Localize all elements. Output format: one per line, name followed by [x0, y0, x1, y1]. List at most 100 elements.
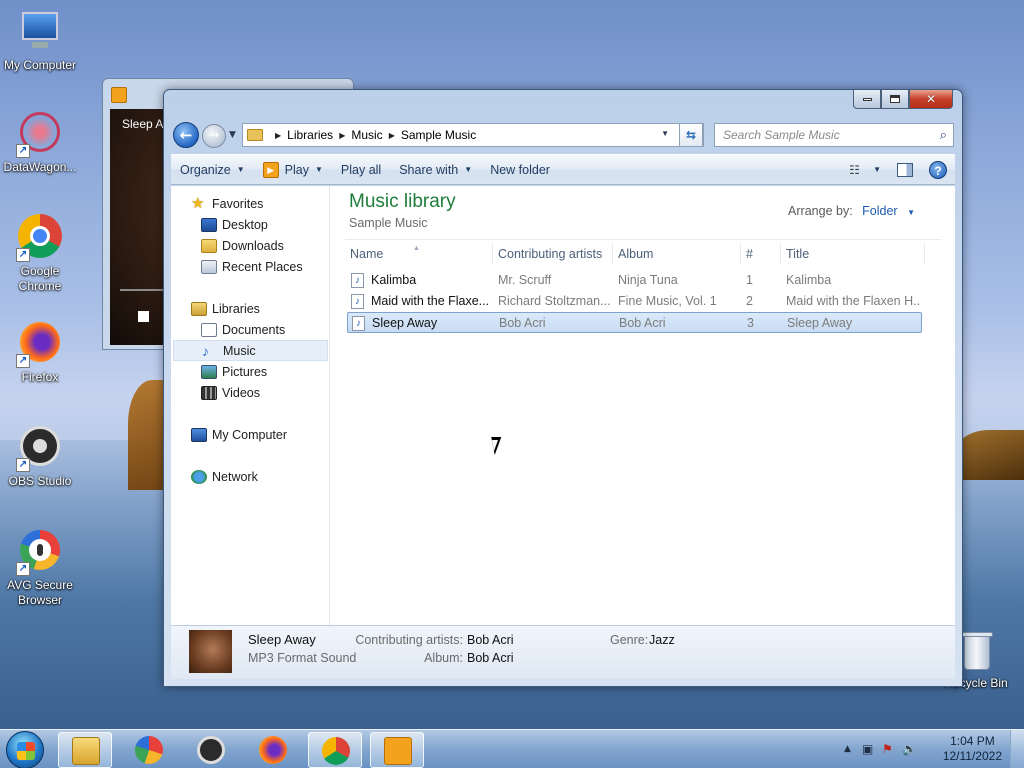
refresh-icon: ⇆	[685, 128, 697, 142]
column-header-artists[interactable]: Contributing artists	[493, 243, 613, 265]
stop-icon[interactable]	[138, 311, 149, 322]
refresh-button[interactable]: ⇆	[679, 123, 703, 147]
show-desktop-button[interactable]	[1010, 730, 1024, 768]
details-artists-value[interactable]: Bob Acri	[467, 633, 514, 647]
taskbar-obs[interactable]	[184, 732, 238, 768]
address-dropdown-icon[interactable]: ▼	[661, 129, 669, 138]
desktop-icon-label: AVG Secure Browser	[7, 578, 73, 607]
shortcut-arrow-icon: ↗	[16, 562, 30, 576]
recent-pages-dropdown[interactable]: ▼	[229, 130, 236, 140]
nav-label: Recent Places	[222, 259, 303, 274]
nav-item-network[interactable]: Network	[191, 466, 258, 487]
desktop-icon-chrome[interactable]: ↗ Google Chrome	[0, 214, 80, 294]
clock-date: 12/11/2022	[942, 749, 1002, 763]
track-number-cell: 3	[747, 316, 754, 330]
nav-item-videos[interactable]: Videos	[201, 382, 260, 403]
nav-item-documents[interactable]: Documents	[201, 319, 285, 340]
breadcrumb-music[interactable]: Music	[351, 128, 382, 142]
back-arrow-icon: ←	[179, 126, 193, 144]
obs-icon: ↗	[16, 424, 64, 472]
nav-item-my-computer[interactable]: My Computer	[191, 424, 287, 445]
nav-item-favorites[interactable]: ★ Favorites	[191, 193, 263, 214]
details-pane: Sleep Away MP3 Format Sound Contributing…	[171, 625, 955, 679]
organize-button[interactable]: Organize ▼	[171, 158, 254, 182]
chevron-down-icon[interactable]: ▼	[907, 208, 915, 217]
breadcrumb-chevron-icon[interactable]: ▶	[275, 131, 281, 140]
nav-item-music[interactable]: ♪ Music	[173, 340, 328, 361]
forward-button[interactable]: →	[202, 124, 226, 148]
file-list-pane[interactable]: Music library Sample Music Arrange by: F…	[331, 186, 955, 625]
close-button[interactable]: ✕	[909, 90, 953, 109]
nav-label: Favorites	[212, 196, 264, 211]
desktop-icon-label: OBS Studio	[8, 474, 72, 488]
desktop-icon-datawagon[interactable]: ↗ DataWagon...	[0, 110, 80, 175]
videos-icon	[201, 385, 217, 400]
column-header-title[interactable]: Title	[781, 243, 925, 265]
help-button[interactable]: ?	[925, 158, 951, 182]
action-center-flag-icon[interactable]: ⚑	[882, 742, 893, 756]
column-header-name[interactable]: ▲ Name	[345, 243, 493, 265]
nav-label: Downloads	[222, 238, 284, 253]
navigation-pane[interactable]: ★ Favorites Desktop Downloads Recent Pla…	[171, 186, 330, 625]
breadcrumb-libraries[interactable]: Libraries	[287, 128, 333, 142]
network-tray-icon[interactable]: ▣	[862, 742, 873, 756]
file-row[interactable]: ♪ Maid with the Flaxe... Richard Stoltzm…	[345, 291, 920, 312]
show-hidden-icons-icon[interactable]: ▲	[844, 744, 851, 754]
preview-pane-button[interactable]	[891, 158, 919, 182]
breadcrumb-chevron-icon[interactable]: ▶	[389, 131, 395, 140]
share-with-button[interactable]: Share with ▼	[390, 158, 481, 182]
breadcrumb-chevron-icon[interactable]: ▶	[339, 131, 345, 140]
file-row[interactable]: ♪ Kalimba Mr. Scruff Ninja Tuna 1 Kalimb…	[345, 270, 920, 291]
details-file-type: MP3 Format Sound	[248, 651, 357, 665]
desktop-icon-my-computer[interactable]: My Computer	[0, 8, 80, 73]
desktop-icon-firefox[interactable]: ↗ Firefox	[0, 320, 80, 385]
address-bar[interactable]: ▶ Libraries ▶ Music ▶ Sample Music ▼	[242, 123, 704, 147]
shortcut-arrow-icon: ↗	[16, 458, 30, 472]
desktop-icon-avg-browser[interactable]: ↗ AVG Secure Browser	[0, 528, 80, 608]
maximize-button[interactable]	[881, 90, 909, 109]
nav-item-downloads[interactable]: Downloads	[201, 235, 284, 256]
chevron-down-icon: ▼	[873, 165, 881, 174]
taskbar-chrome[interactable]	[308, 732, 362, 768]
chrome-icon: ↗	[16, 214, 64, 262]
arrange-by-dropdown[interactable]: Folder	[862, 204, 897, 218]
chevron-down-icon: ▼	[236, 165, 245, 174]
taskbar-avg-browser[interactable]	[122, 732, 176, 768]
file-row-selected[interactable]: ♪ Sleep Away Bob Acri Bob Acri 3 Sleep A…	[347, 312, 922, 333]
taskbar-firefox[interactable]	[246, 732, 300, 768]
album-cell: Bob Acri	[619, 316, 666, 330]
column-header-number[interactable]: #	[741, 243, 781, 265]
nav-item-libraries[interactable]: Libraries	[191, 298, 260, 319]
change-view-button[interactable]: ☷ ▼	[845, 158, 885, 182]
clock[interactable]: 1:04 PM 12/11/2022	[943, 734, 1002, 764]
details-album-value[interactable]: Bob Acri	[467, 651, 514, 665]
navigation-bar: ← → ▼ ▶ Libraries ▶ Music ▶ Sample Music…	[172, 121, 954, 149]
shortcut-arrow-icon: ↗	[16, 144, 30, 158]
play-button[interactable]: ▶ Play ▼	[254, 158, 332, 182]
play-all-button[interactable]: Play all	[332, 158, 390, 182]
back-button[interactable]: ←	[173, 122, 199, 148]
start-button[interactable]	[6, 731, 44, 768]
desktop-icon-obs-studio[interactable]: ↗ OBS Studio	[0, 424, 80, 489]
nav-label: Network	[212, 469, 258, 484]
firefox-icon: ↗	[16, 320, 64, 368]
media-player-icon	[384, 737, 412, 765]
details-genre-value[interactable]: Jazz	[649, 633, 675, 647]
minimize-button[interactable]	[853, 90, 881, 109]
folder-icon	[247, 129, 263, 141]
taskbar-media-player[interactable]	[370, 732, 424, 768]
taskbar-explorer[interactable]	[58, 732, 112, 768]
explorer-window[interactable]: ✕ ← → ▼ ▶ Libraries ▶ Music ▶ Sample Mus…	[163, 89, 963, 687]
network-icon	[191, 469, 207, 484]
search-icon[interactable]: ⌕	[940, 124, 947, 146]
nav-label: Music	[223, 343, 256, 358]
volume-icon[interactable]: 🔈	[902, 742, 917, 756]
new-folder-label: New folder	[490, 162, 550, 177]
search-input[interactable]: Search Sample Music ⌕	[714, 123, 954, 147]
nav-item-recent-places[interactable]: Recent Places	[201, 256, 303, 277]
column-header-album[interactable]: Album	[613, 243, 741, 265]
breadcrumb-sample-music[interactable]: Sample Music	[401, 128, 476, 142]
nav-item-pictures[interactable]: Pictures	[201, 361, 267, 382]
nav-item-desktop[interactable]: Desktop	[201, 214, 268, 235]
new-folder-button[interactable]: New folder	[481, 158, 559, 182]
